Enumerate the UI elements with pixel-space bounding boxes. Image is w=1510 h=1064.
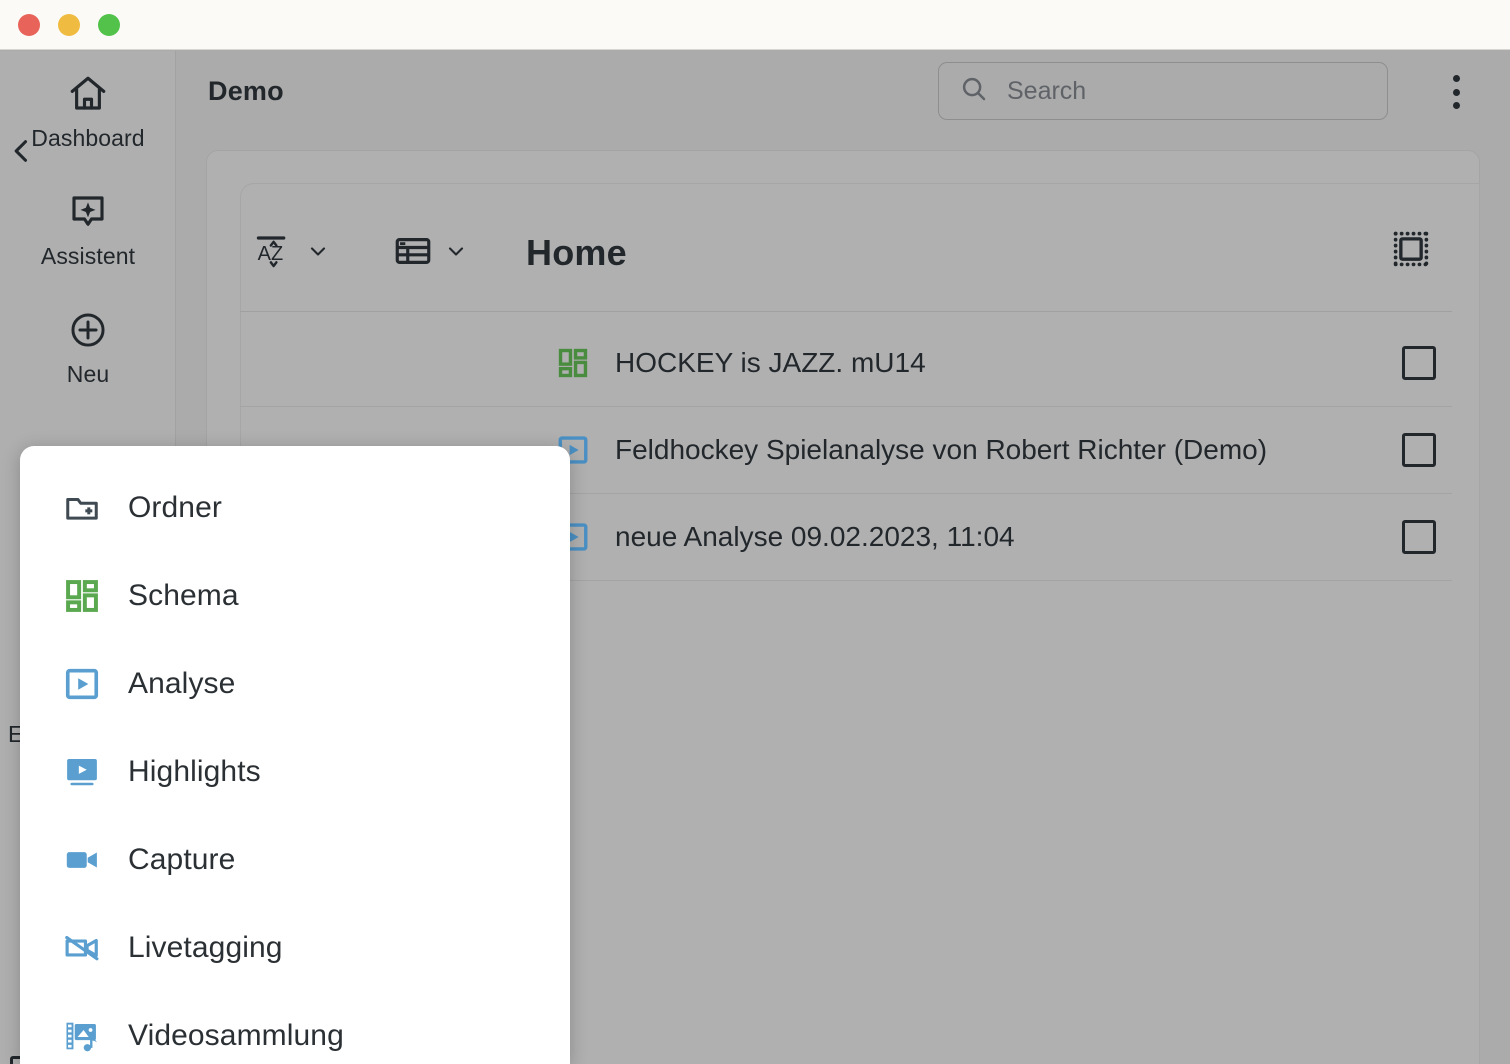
chevron-down-icon	[306, 239, 330, 268]
menu-item-label: Livetagging	[128, 931, 283, 964]
menu-item-schema[interactable]: Schema	[20, 552, 570, 640]
menu-item-label: Videosammlung	[128, 1019, 344, 1052]
kebab-dot	[1452, 102, 1460, 109]
app-header: Demo Search	[176, 51, 1510, 131]
close-window-button[interactable]	[18, 13, 40, 36]
chevron-down-icon	[444, 239, 468, 268]
menu-item-ordner[interactable]: Ordner	[20, 464, 570, 552]
search-placeholder: Search	[1007, 76, 1087, 105]
video-off-icon	[62, 928, 102, 968]
menu-item-label: Analyse	[128, 667, 236, 700]
search-input[interactable]: Search	[938, 62, 1388, 120]
minimize-window-button[interactable]	[58, 13, 80, 36]
kebab-dot	[1452, 88, 1460, 96]
sidebar-item-neu[interactable]: Neu	[0, 309, 176, 387]
home-icon	[67, 73, 109, 115]
schema-icon	[555, 345, 591, 381]
search-icon	[959, 74, 989, 109]
row-label: neue Analyse 09.02.2023, 11:04	[615, 521, 1015, 552]
zoom-window-button[interactable]	[98, 13, 120, 36]
sort-button[interactable]: AZ	[250, 228, 330, 279]
toolbar-divider	[240, 311, 1452, 312]
back-chevron-icon[interactable]	[8, 137, 36, 165]
sidebar-item-assistent[interactable]: Assistent	[0, 191, 176, 269]
menu-item-label: Schema	[128, 579, 239, 612]
window-titlebar	[0, 0, 1510, 50]
menu-item-videosammlung[interactable]: Videosammlung	[20, 992, 570, 1064]
row-checkbox[interactable]	[1402, 346, 1436, 380]
row-label: HOCKEY is JAZZ. mU14	[615, 347, 926, 378]
content-toolbar: AZ Home	[250, 222, 627, 284]
menu-item-label: Capture	[128, 843, 236, 876]
row-label: Feldhockey Spielanalyse von Robert Richt…	[615, 434, 1268, 465]
menu-item-label: Ordner	[128, 491, 222, 524]
page-breadcrumb-title: Demo	[208, 75, 284, 106]
assistant-sparkle-icon	[67, 191, 109, 233]
plus-circle-icon	[67, 309, 109, 351]
table-row[interactable]: HOCKEY is JAZZ. mU14	[240, 320, 1452, 407]
highlights-icon	[62, 752, 102, 792]
app-window: Dashboard Assistent Neu I E	[0, 0, 1510, 1064]
page-title: Home	[526, 232, 627, 273]
menu-item-label: Highlights	[128, 755, 261, 788]
kebab-dot	[1452, 75, 1460, 82]
menu-item-highlights[interactable]: Highlights	[20, 728, 570, 816]
sort-az-icon: AZ	[250, 228, 296, 279]
menu-item-capture[interactable]: Capture	[20, 816, 570, 904]
row-checkbox[interactable]	[1402, 433, 1436, 467]
menu-item-livetagging[interactable]: Livetagging	[20, 904, 570, 992]
view-mode-button[interactable]	[392, 230, 468, 277]
folder-plus-icon	[62, 488, 102, 528]
sidebar-item-label: Neu	[66, 361, 110, 387]
kebab-menu-icon[interactable]	[1452, 75, 1460, 109]
select-all-icon[interactable]	[1390, 228, 1432, 270]
video-camera-icon	[62, 840, 102, 880]
schema-icon	[62, 576, 102, 616]
analysis-icon	[62, 664, 102, 704]
video-collection-icon	[62, 1016, 102, 1056]
sidebar-item-label: Assistent	[40, 243, 136, 269]
sidebar-item-label: Dashboard	[31, 125, 145, 151]
new-item-popup-menu: Ordner Schema Analyse Highlights Capture…	[20, 446, 570, 1064]
list-view-icon	[392, 230, 434, 277]
row-checkbox[interactable]	[1402, 520, 1436, 554]
menu-item-analyse[interactable]: Analyse	[20, 640, 570, 728]
window-controls	[18, 13, 120, 36]
